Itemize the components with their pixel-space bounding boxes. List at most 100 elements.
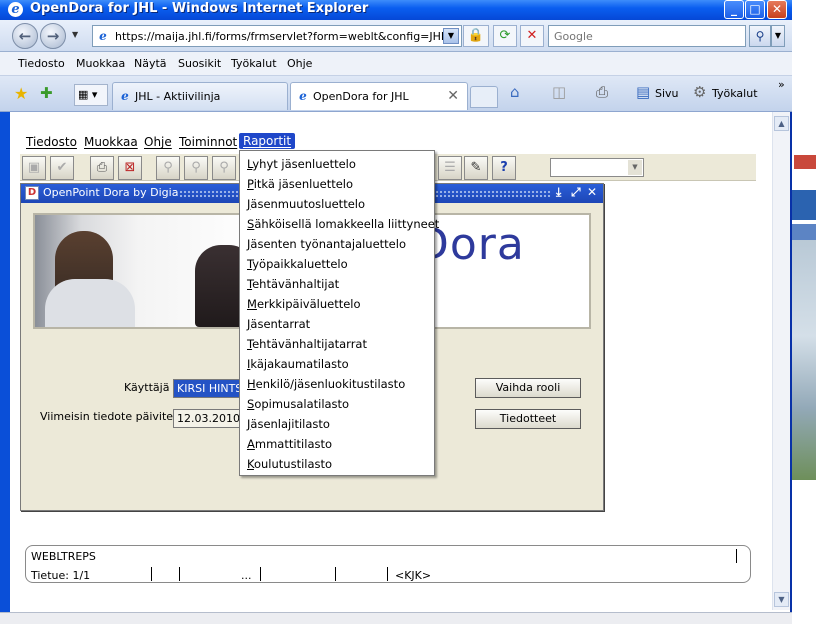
commit-check-icon[interactable]: ✔ [50,156,74,180]
page-menu-icon[interactable]: ▤ [636,83,650,101]
ie-menu-favorites[interactable]: Suosikit [178,57,221,70]
favorites-star-icon[interactable]: ★ [14,84,28,103]
quick-tabs-button[interactable]: ▦ ▾ [74,84,108,106]
ie-logo-icon: e [8,2,23,17]
report-item-member-type-stats[interactable]: Jäsenlajitilasto [247,417,330,431]
close-button[interactable]: ✕ [767,0,787,19]
app-menu-file[interactable]: Tiedosto [26,135,77,149]
report-item-profession-stats[interactable]: Ammattitilasto [247,437,332,451]
feeds-icon[interactable]: ◫ [552,83,566,101]
enter-query-icon[interactable]: ⚲ [156,156,180,180]
bulletin-date-label: Viimeisin tiedote päivitetty [40,410,189,423]
search-icon[interactable]: ⚲ [749,25,771,47]
edit-pencil-icon[interactable]: ✎ [464,156,488,180]
report-item-education-stats[interactable]: Koulutustilasto [247,457,332,471]
search-options-icon[interactable]: ▼ [771,25,785,47]
bulletins-button[interactable]: Tiedotteet [475,409,581,429]
scroll-up-icon[interactable]: ▲ [774,116,789,131]
user-field[interactable]: KIRSI HINTSA [173,379,247,398]
page-icon: e [99,29,107,43]
app-menu-help[interactable]: Ohje [144,135,172,149]
app-menu-reports[interactable]: Raportit [239,133,296,149]
tools-gear-icon[interactable]: ⚙ [693,83,706,101]
report-item-age-distribution[interactable]: Ikäjakaumatilasto [247,357,349,371]
cancel-query-icon[interactable]: ⚲ [212,156,236,180]
ie-menu-view[interactable]: Näytä [134,57,167,70]
tab-page-icon: e [299,89,307,103]
page-menu-button[interactable]: Sivu [655,87,679,100]
app-window-icon: D [25,186,39,200]
help-icon[interactable]: ? [492,156,516,180]
forms-status-bar: WEBLTREPS Tietue: 1/1 ... <KJK> [25,545,751,583]
tab-aktiivilinja[interactable]: e JHL - Aktiivilinja [112,82,288,110]
change-role-button[interactable]: Vaihda rooli [475,378,581,398]
report-item-workplace-list[interactable]: Työpaikkaluettelo [247,257,348,271]
record-counter: Tietue: 1/1 [31,569,91,582]
search-input[interactable] [552,27,742,45]
report-item-short-member-list[interactable]: Lyhyt jäsenluettelo [247,157,356,171]
ie-menu-file[interactable]: Tiedosto [18,57,65,70]
refresh-button[interactable]: ⟳ [493,25,517,47]
search-box[interactable] [548,25,746,47]
report-item-member-changes[interactable]: Jäsenmuutosluettelo [247,197,365,211]
add-favorite-icon[interactable]: ✚ [40,84,53,102]
chevron-down-icon[interactable]: ▼ [628,160,642,175]
inner-maximize-icon[interactable]: ⤢ [571,185,581,200]
report-item-task-holders[interactable]: Tehtävänhaltijat [247,277,339,291]
app-menu-edit[interactable]: Muokkaa [84,135,138,149]
home-icon[interactable]: ⌂ [510,83,520,101]
tools-menu-button[interactable]: Työkalut [712,87,758,100]
tab-close-icon[interactable]: ✕ [447,88,459,104]
report-item-task-holder-labels[interactable]: Tehtävänhaltijatarrat [247,337,367,351]
report-item-contract-area-stats[interactable]: Sopimusalatilasto [247,397,349,411]
tab-opendora[interactable]: e OpenDora for JHL ✕ [290,82,468,110]
ie-menu-tools[interactable]: Työkalut [231,57,277,70]
window-title: OpenDora for JHL - Windows Internet Expl… [30,1,369,16]
ie-menu-edit[interactable]: Muokkaa [76,57,125,70]
ie-menu-help[interactable]: Ohje [287,57,312,70]
exit-form-icon[interactable]: ⊠ [118,156,142,180]
url-dropdown-icon[interactable]: ▼ [443,28,459,44]
back-button[interactable]: ← [12,23,38,49]
history-dropdown-icon[interactable]: ▼ [72,30,78,39]
print-icon[interactable]: ⎙ [596,83,608,101]
tab-bar: ★ ✚ ▦ ▾ e JHL - Aktiivilinja e OpenDora … [0,76,792,112]
report-item-anniversaries[interactable]: Merkkipäiväluettelo [247,297,361,311]
maximize-button[interactable]: □ [745,0,765,19]
inner-window-title: OpenPoint Dora by Digia [43,186,179,199]
report-item-employer-list[interactable]: Jäsenten työnantajaluettelo [247,237,406,251]
browser-window: e OpenDora for JHL - Windows Internet Ex… [0,0,792,624]
user-label: Käyttäjä [124,381,170,394]
report-item-long-member-list[interactable]: Pitkä jäsenluettelo [247,177,353,191]
report-item-classification-stats[interactable]: Henkilö/jäsenluokitustilasto [247,377,405,391]
url-box[interactable]: e https://maija.jhl.fi/forms/frmservlet?… [92,25,462,47]
forward-button[interactable]: → [40,23,66,49]
inner-close-icon[interactable]: ✕ [587,185,597,199]
tab-page-icon: e [121,89,129,103]
list-values-icon[interactable]: ☰ [438,156,462,180]
stop-button[interactable]: ✕ [520,25,544,47]
app-menu-actions[interactable]: Toiminnot [179,135,237,149]
more-commands-icon[interactable]: » [778,78,785,91]
url-text[interactable]: https://maija.jhl.fi/forms/frmservlet?fo… [115,30,447,43]
bulletin-date-field[interactable]: 12.03.2010 [173,409,247,428]
minimize-button[interactable]: _ [724,0,744,19]
module-name: WEBLTREPS [31,550,96,563]
toolbar-combo[interactable]: ▼ [550,158,644,177]
lock-icon[interactable]: 🔒 [463,25,489,47]
execute-query-icon[interactable]: ⚲ [184,156,208,180]
keyboard-mode: <KJK> [395,569,432,582]
new-tab-button[interactable] [470,86,498,108]
address-bar: ← → ▼ e https://maija.jhl.fi/forms/frmse… [0,20,792,52]
report-item-electronic-joined[interactable]: Sähköisellä lomakkeella liittyneet [247,217,439,231]
background-window [792,0,816,624]
reports-dropdown-menu: Lyhyt jäsenluettelo Pitkä jäsenluettelo … [239,150,439,476]
print-report-icon[interactable]: ⎙ [90,156,114,180]
save-icon[interactable]: ▣ [22,156,46,180]
inner-minimize-icon[interactable]: ⤓ [556,185,561,200]
report-item-member-labels[interactable]: Jäsentarrat [247,317,310,331]
status-dots: ... [241,569,252,582]
vertical-scrollbar[interactable]: ▲ ▼ [772,112,790,610]
scroll-down-icon[interactable]: ▼ [774,592,789,607]
background-photo [792,240,816,480]
